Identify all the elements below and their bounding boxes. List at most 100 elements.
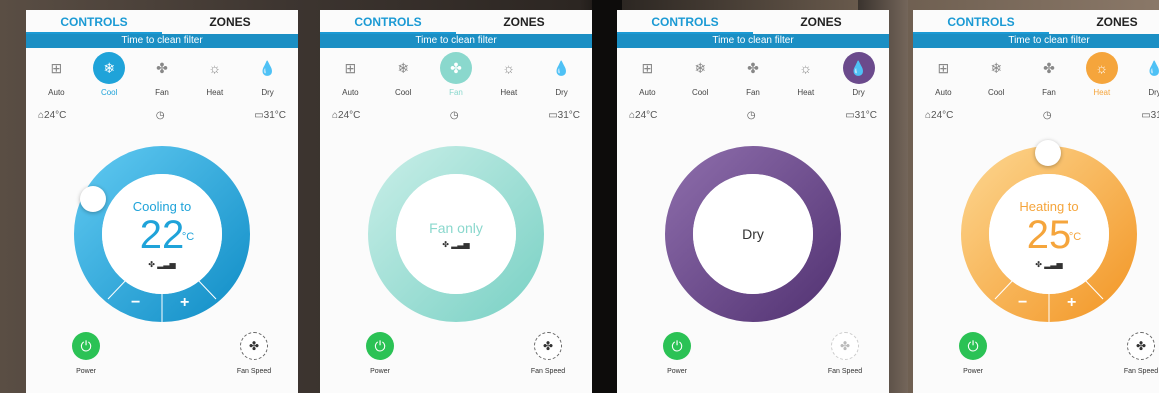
drop-icon: 💧 bbox=[1145, 59, 1159, 76]
filter-banner[interactable]: Time to clean filter bbox=[26, 34, 298, 48]
mode-fan[interactable]: ✤ Fan bbox=[1026, 52, 1072, 106]
power-button[interactable]: ⏻ bbox=[959, 332, 987, 360]
mode-label: Auto bbox=[342, 88, 359, 97]
power-label: Power bbox=[76, 368, 96, 375]
mode-auto[interactable]: ⊞ Auto bbox=[33, 52, 79, 106]
power-label: Power bbox=[667, 368, 687, 375]
power-button[interactable]: ⏻ bbox=[663, 332, 691, 360]
tab-underline bbox=[320, 32, 456, 34]
ring-title: Heating to bbox=[1019, 199, 1079, 214]
fan-icon: ✤ bbox=[747, 59, 759, 76]
target-temp: 22 °C bbox=[139, 213, 195, 257]
ring-title: Fan only bbox=[429, 219, 483, 236]
tab-bar: CONTROLS ZONES bbox=[320, 10, 592, 34]
fan-speed-button[interactable]: ✤ bbox=[1127, 332, 1155, 360]
fan-icon: ✤ bbox=[1043, 59, 1055, 76]
status-row: ⌂24°C ◷ ▭31°C bbox=[913, 106, 1159, 124]
mode-auto[interactable]: ⊞ Auto bbox=[327, 52, 373, 106]
dial-knob[interactable] bbox=[80, 186, 106, 212]
sun-icon: ☼ bbox=[502, 60, 516, 76]
mode-label: Heat bbox=[500, 88, 518, 97]
auto-icon: ⊞ bbox=[344, 59, 357, 76]
increase-temp-button[interactable]: + bbox=[1067, 294, 1076, 312]
power-button[interactable]: ⏻ bbox=[72, 332, 100, 360]
mode-dry[interactable]: 💧 Dry bbox=[539, 52, 585, 106]
drop-icon: 💧 bbox=[258, 59, 277, 76]
bottom-controls: ⏻ Power ✤ Fan Speed bbox=[913, 328, 1159, 390]
temperature-dial[interactable]: Heating to 25 °C ✤ ▂▃▅ − + bbox=[949, 134, 1149, 334]
mode-label: Heat bbox=[1093, 88, 1111, 97]
mode-dry[interactable]: 💧 Dry bbox=[836, 52, 882, 106]
mode-label: Auto bbox=[935, 88, 952, 97]
drop-icon: 💧 bbox=[552, 59, 571, 76]
snowflake-icon: ❄ bbox=[990, 59, 1003, 76]
mode-cool[interactable]: ❄ Cool bbox=[380, 52, 426, 106]
timer-icon[interactable]: ◷ bbox=[747, 110, 756, 121]
fan-icon: ✤ bbox=[156, 59, 168, 76]
mode-fan[interactable]: ✤ Fan bbox=[730, 52, 776, 106]
auto-icon: ⊞ bbox=[641, 59, 654, 76]
mode-dry[interactable]: 💧 Dry bbox=[1132, 52, 1159, 106]
sun-icon: ☼ bbox=[799, 60, 813, 76]
filter-banner[interactable]: Time to clean filter bbox=[320, 34, 592, 48]
mode-heat[interactable]: ☼ Heat bbox=[192, 52, 238, 106]
tab-zones[interactable]: ZONES bbox=[162, 10, 298, 34]
mode-label: Heat bbox=[206, 88, 224, 97]
power-button[interactable]: ⏻ bbox=[366, 332, 394, 360]
tab-zones[interactable]: ZONES bbox=[456, 10, 592, 34]
fan-speed-button[interactable]: ✤ bbox=[240, 332, 268, 360]
temperature-dial[interactable]: Cooling to 22 °C ✤ ▂▃▅ − + bbox=[62, 134, 262, 334]
mode-label: Fan bbox=[155, 88, 169, 97]
snowflake-icon: ❄ bbox=[397, 59, 410, 76]
target-temp: 25 °C bbox=[1026, 213, 1082, 257]
tab-controls[interactable]: CONTROLS bbox=[617, 10, 753, 34]
tab-controls[interactable]: CONTROLS bbox=[320, 10, 456, 34]
mode-auto[interactable]: ⊞ Auto bbox=[920, 52, 966, 106]
mode-dry[interactable]: 💧 Dry bbox=[245, 52, 291, 106]
ring-title: Dry bbox=[742, 226, 764, 242]
mode-heat[interactable]: ☼ Heat bbox=[783, 52, 829, 106]
fan-speed-button[interactable]: ✤ bbox=[831, 332, 859, 360]
mode-label: Dry bbox=[852, 88, 865, 97]
tab-controls[interactable]: CONTROLS bbox=[913, 10, 1049, 34]
indoor-temp: ⌂24°C bbox=[629, 109, 658, 121]
mode-label: Fan bbox=[449, 88, 463, 97]
mode-cool[interactable]: ❄ Cool bbox=[973, 52, 1019, 106]
timer-icon[interactable]: ◷ bbox=[450, 110, 459, 121]
bottom-controls: ⏻ Power ✤ Fan Speed bbox=[320, 328, 592, 390]
snowflake-icon: ❄ bbox=[93, 52, 126, 84]
outdoor-temp: ▭31°C bbox=[548, 109, 580, 121]
phone-screen-heat: CONTROLS ZONES Time to clean filter ⊞ Aut… bbox=[913, 10, 1159, 393]
filter-banner[interactable]: Time to clean filter bbox=[913, 34, 1159, 48]
status-row: ⌂24°C ◷ ▭31°C bbox=[617, 106, 889, 124]
filter-banner[interactable]: Time to clean filter bbox=[617, 34, 889, 48]
increase-temp-button[interactable]: + bbox=[180, 294, 189, 312]
decrease-temp-button[interactable]: − bbox=[131, 294, 140, 312]
timer-icon[interactable]: ◷ bbox=[1043, 110, 1052, 121]
mode-label: Dry bbox=[555, 88, 568, 97]
decrease-temp-button[interactable]: − bbox=[1018, 294, 1027, 312]
sun-icon: ☼ bbox=[208, 60, 222, 76]
mode-heat[interactable]: ☼ Heat bbox=[1079, 52, 1125, 106]
tab-zones[interactable]: ZONES bbox=[753, 10, 889, 34]
mode-fan[interactable]: ✤ Fan bbox=[139, 52, 185, 106]
tab-bar: CONTROLS ZONES bbox=[26, 10, 298, 34]
fan-speed-label: Fan Speed bbox=[827, 368, 863, 375]
tab-zones[interactable]: ZONES bbox=[1049, 10, 1159, 34]
outdoor-temp: ▭31°C bbox=[1141, 109, 1159, 121]
mode-selector: ⊞ Auto ❄ Cool ✤ Fan ☼ Heat 💧 Dry bbox=[320, 48, 592, 106]
dial-knob[interactable] bbox=[1035, 140, 1061, 166]
mode-auto[interactable]: ⊞ Auto bbox=[624, 52, 670, 106]
drop-icon: 💧 bbox=[842, 52, 875, 84]
mode-selector: ⊞ Auto ❄ Cool ✤ Fan ☼ Heat 💧 Dry bbox=[617, 48, 889, 106]
tab-bar: CONTROLS ZONES bbox=[617, 10, 889, 34]
indoor-temp: ⌂24°C bbox=[925, 109, 954, 121]
mode-cool[interactable]: ❄ Cool bbox=[677, 52, 723, 106]
mode-cool[interactable]: ❄ Cool bbox=[86, 52, 132, 106]
mode-heat[interactable]: ☼ Heat bbox=[486, 52, 532, 106]
tab-controls[interactable]: CONTROLS bbox=[26, 10, 162, 34]
temperature-dial: Dry bbox=[653, 134, 853, 334]
fan-speed-button[interactable]: ✤ bbox=[534, 332, 562, 360]
mode-fan[interactable]: ✤ Fan bbox=[433, 52, 479, 106]
timer-icon[interactable]: ◷ bbox=[156, 110, 165, 121]
